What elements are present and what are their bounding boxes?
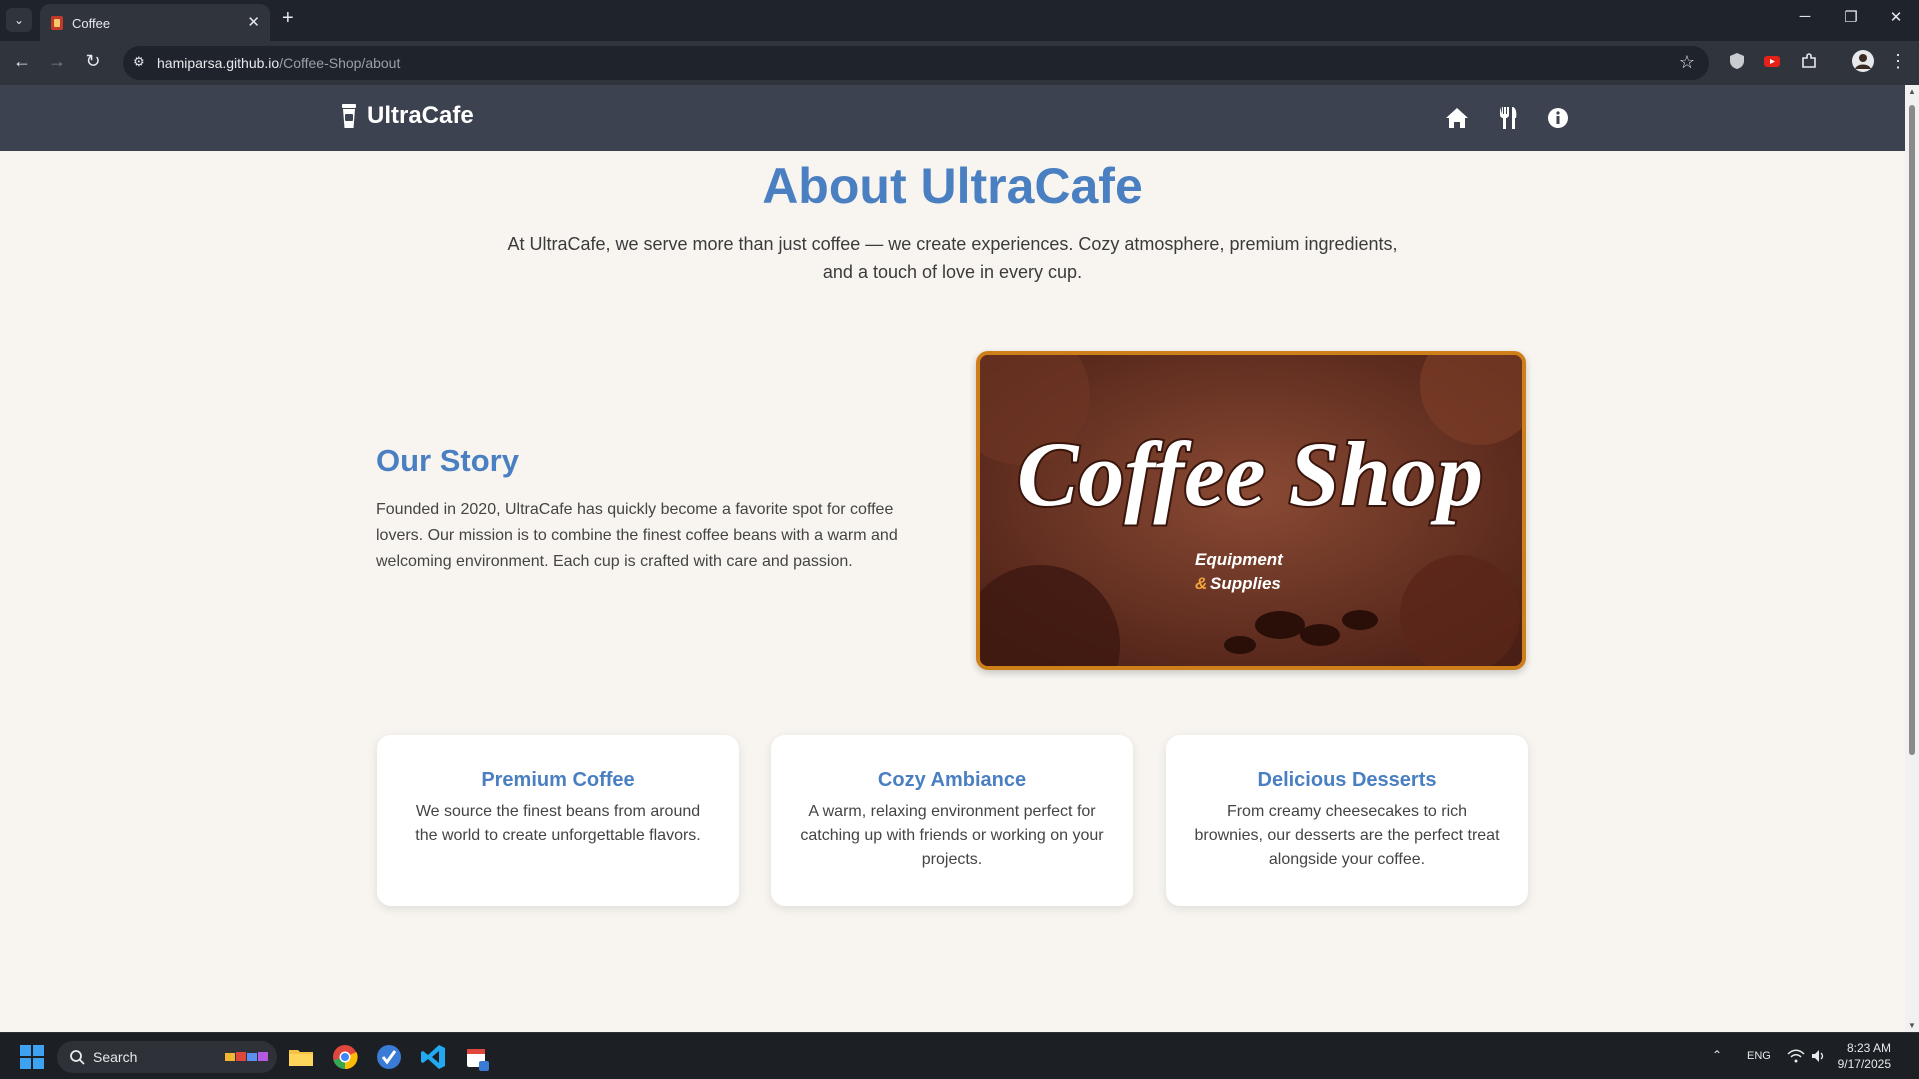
page-viewport: UltraCafe About UltraCafe At UltraCafe, … [0, 85, 1905, 1032]
intro-text: At UltraCafe, we serve more than just co… [507, 234, 1398, 282]
page-title: About UltraCafe [762, 158, 1143, 214]
taskbar-search[interactable]: Search [57, 1041, 277, 1073]
new-tab-button[interactable]: + [282, 7, 294, 30]
page-scrollbar[interactable]: ▲ ▼ [1905, 85, 1919, 1032]
back-button[interactable]: ← [10, 51, 34, 72]
file-explorer-icon[interactable] [287, 1043, 315, 1071]
profile-avatar[interactable] [1852, 50, 1874, 72]
info-icon[interactable] [1545, 105, 1571, 131]
site-info-icon[interactable]: ⚙ [133, 54, 145, 70]
wifi-icon[interactable] [1787, 1049, 1805, 1063]
feature-card-delicious-desserts: Delicious Desserts From creamy cheesecak… [1166, 735, 1528, 906]
tab-search-button[interactable]: ⌄ [6, 8, 32, 32]
site-header: UltraCafe [0, 85, 1905, 151]
card-text: From creamy cheesecakes to rich brownies… [1194, 803, 1500, 868]
utensils-icon[interactable] [1495, 105, 1521, 131]
url-text[interactable]: hamiparsa.github.io/Coffee-Shop/about [157, 55, 400, 71]
restore-button[interactable]: ❐ [1836, 8, 1866, 26]
snipping-tool-icon[interactable] [463, 1045, 491, 1073]
browser-tab[interactable]: Coffee ✕ [40, 4, 270, 41]
card-title: Cozy Ambiance [877, 769, 1027, 791]
scroll-down-arrow-icon[interactable]: ▼ [1908, 1021, 1916, 1030]
url-path: /Coffee-Shop/about [279, 55, 401, 71]
search-highlight-icon [225, 1052, 268, 1061]
extensions-puzzle-icon[interactable] [1800, 52, 1818, 70]
shield-extension-icon[interactable] [1728, 52, 1746, 70]
card-title: Premium Coffee [481, 769, 635, 791]
address-bar[interactable]: ⚙ hamiparsa.github.io/Coffee-Shop/about … [123, 46, 1709, 80]
image-amp-text: & [1195, 574, 1207, 593]
chrome-icon[interactable] [331, 1043, 359, 1071]
windows-start-icon[interactable] [18, 1043, 46, 1071]
image-title-text: Coffee Shop [1017, 423, 1483, 525]
image-supplies-text: Supplies [1210, 574, 1281, 593]
minimize-button[interactable]: ─ [1790, 8, 1820, 25]
scroll-thumb[interactable] [1909, 105, 1915, 755]
vscode-icon[interactable] [419, 1043, 447, 1071]
coffee-shop-image: Coffee Shop Equipment & Supplies [976, 351, 1526, 670]
home-icon[interactable] [1444, 105, 1470, 131]
card-title: Delicious Desserts [1257, 769, 1437, 791]
card-text: A warm, relaxing environment perfect for… [800, 803, 1104, 868]
story-text: Founded in 2020, UltraCafe has quickly b… [376, 501, 898, 570]
brand-name: UltraCafe [367, 102, 474, 129]
brand-logo[interactable]: UltraCafe [341, 102, 474, 130]
browser-menu-icon[interactable]: ⋮ [1886, 51, 1910, 72]
volume-icon[interactable] [1810, 1048, 1826, 1064]
language-indicator[interactable]: ENG [1747, 1050, 1771, 1062]
tab-title: Coffee [72, 16, 111, 31]
youtube-extension-icon[interactable] [1763, 52, 1781, 70]
search-icon [70, 1050, 85, 1065]
coffee-shop-banner: Coffee Shop Equipment & Supplies [980, 355, 1522, 666]
coffee-cup-icon [342, 104, 356, 128]
coffee-favicon-icon [51, 16, 63, 30]
feature-card-cozy-ambiance: Cozy Ambiance A warm, relaxing environme… [771, 735, 1133, 906]
reload-button[interactable]: ↻ [81, 51, 105, 72]
close-window-button[interactable]: ✕ [1881, 8, 1911, 26]
browser-toolbar: ← → ↻ ⚙ hamiparsa.github.io/Coffee-Shop/… [0, 41, 1919, 85]
browser-tabbar: ⌄ Coffee ✕ + ─ ❐ ✕ [0, 0, 1919, 41]
feature-card-premium-coffee: Premium Coffee We source the finest bean… [377, 735, 739, 906]
scroll-up-arrow-icon[interactable]: ▲ [1908, 87, 1916, 96]
system-clock[interactable]: 8:23 AM 9/17/2025 [1838, 1040, 1891, 1072]
close-tab-icon[interactable]: ✕ [247, 13, 260, 31]
bookmark-star-icon[interactable]: ☆ [1679, 52, 1695, 73]
clock-date: 9/17/2025 [1837, 1057, 1891, 1071]
image-equipment-text: Equipment [1195, 550, 1284, 569]
tray-overflow-icon[interactable]: ⌃ [1712, 1048, 1722, 1062]
search-label: Search [93, 1049, 138, 1065]
forward-button[interactable]: → [45, 51, 69, 72]
clock-time: 8:23 AM [1846, 1041, 1891, 1055]
story-title: Our Story [376, 443, 519, 478]
vivaldi-check-icon[interactable] [375, 1043, 403, 1071]
taskbar: Search ⌃ ENG 8:23 AM 9/17/2025 [0, 1032, 1919, 1079]
url-host: hamiparsa.github.io [157, 55, 280, 71]
card-text: We source the finest beans from around t… [415, 803, 701, 844]
